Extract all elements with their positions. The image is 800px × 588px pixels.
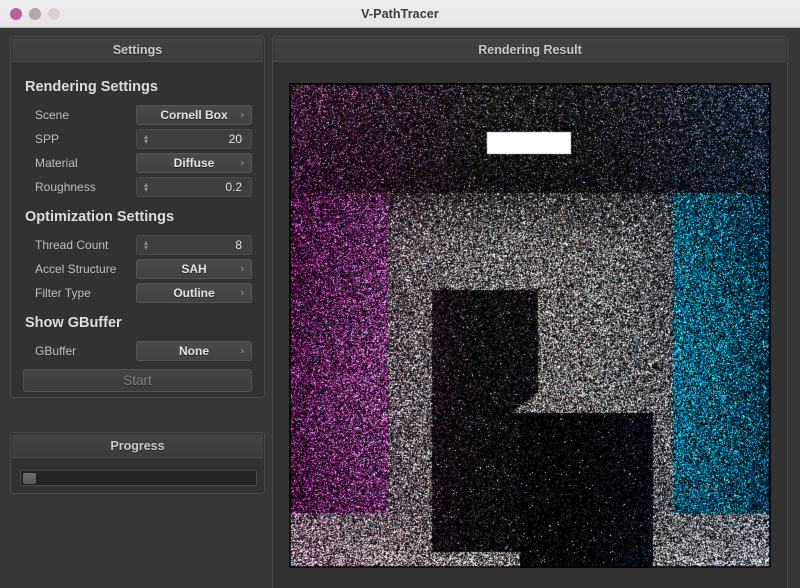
settings-row: Roughness ▴ ▾ 0.2 (23, 176, 252, 197)
stepper-arrows-icon[interactable]: ▴ ▾ (144, 180, 148, 193)
row-label: SPP (35, 131, 60, 146)
spinbox-roughness[interactable]: ▴ ▾ 0.2 (136, 176, 252, 197)
maximize-button[interactable] (48, 7, 60, 20)
section-heading: Rendering Settings (25, 79, 158, 95)
progress-panel-title: Progress (12, 434, 263, 458)
row-label: Roughness (35, 179, 96, 194)
combobox-value: SAH (181, 261, 207, 276)
render-output-area[interactable] (289, 83, 771, 568)
render-panel-title: Rendering Result (274, 38, 786, 62)
section-heading: Show GBuffer (25, 315, 122, 331)
settings-row: Filter Type Outline › (23, 282, 252, 303)
close-button[interactable] (10, 7, 22, 20)
start-button[interactable]: Start (23, 369, 252, 392)
settings-content: Rendering Settings Scene Cornell Box › SPP ▴ ▾… (11, 63, 264, 397)
chevron-right-icon: › (240, 157, 244, 168)
progress-panel: Progress (10, 432, 265, 494)
rendered-image (289, 83, 771, 568)
chevron-right-icon: › (240, 109, 244, 120)
row-label: GBuffer (35, 343, 77, 358)
settings-row: Material Diffuse › (23, 152, 252, 173)
stepper-arrows-icon[interactable]: ▴ ▾ (144, 132, 148, 145)
stepper-arrows-icon[interactable]: ▴ ▾ (144, 238, 148, 251)
row-label: Scene (35, 107, 70, 122)
settings-panel: Settings Rendering Settings Scene Cornell … (10, 36, 265, 398)
combobox-value: None (179, 343, 209, 358)
row-label: Material (35, 155, 78, 170)
settings-row: GBuffer None › (23, 340, 252, 361)
window-body: Settings Rendering Settings Scene Cornell … (0, 28, 800, 588)
render-panel: Rendering Result (272, 36, 788, 588)
combobox-material[interactable]: Diffuse › (136, 152, 252, 173)
settings-row: Accel Structure SAH › (23, 258, 252, 279)
combobox-accel-structure[interactable]: SAH › (136, 258, 252, 279)
combobox-gbuffer[interactable]: None › (136, 340, 252, 361)
settings-row: SPP ▴ ▾ 20 (23, 128, 252, 149)
section-heading: Optimization Settings (25, 209, 175, 225)
combobox-filter-type[interactable]: Outline › (136, 282, 252, 303)
row-label: Filter Type (35, 285, 91, 300)
combobox-value: Diffuse (173, 155, 215, 170)
combobox-value: Outline (173, 285, 215, 300)
progress-bar-handle (23, 473, 36, 484)
spinbox-value: 20 (228, 131, 242, 146)
settings-panel-title: Settings (12, 38, 263, 62)
window-title: V-PathTracer (361, 6, 439, 21)
spinbox-value: 0.2 (225, 179, 242, 194)
row-label: Accel Structure (35, 261, 117, 276)
app-window: V-PathTracer Settings Rendering Settings… (0, 0, 800, 588)
spinbox-value: 8 (235, 237, 242, 252)
spinbox-spp[interactable]: ▴ ▾ 20 (136, 128, 252, 149)
minimize-button[interactable] (29, 7, 41, 20)
progress-bar[interactable] (20, 470, 257, 486)
combobox-value: Cornell Box (160, 107, 228, 122)
chevron-right-icon: › (240, 287, 244, 298)
row-label: Thread Count (35, 237, 109, 252)
spinbox-thread-count[interactable]: ▴ ▾ 8 (136, 234, 252, 255)
combobox-scene[interactable]: Cornell Box › (136, 104, 252, 125)
settings-row: Scene Cornell Box › (23, 104, 252, 125)
settings-row: Thread Count ▴ ▾ 8 (23, 234, 252, 255)
chevron-right-icon: › (240, 263, 244, 274)
chevron-right-icon: › (240, 345, 244, 356)
window-controls (10, 7, 60, 20)
title-bar: V-PathTracer (0, 0, 800, 28)
